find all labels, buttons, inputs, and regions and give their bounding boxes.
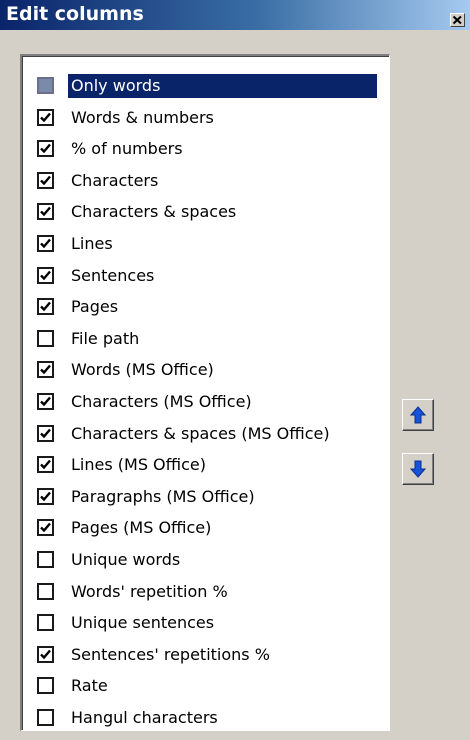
list-item[interactable]: Sentences	[35, 261, 387, 289]
list-item[interactable]: Hangul characters	[35, 703, 387, 730]
list-item[interactable]: Characters	[35, 166, 387, 194]
check-icon	[40, 523, 51, 533]
list-item-label: Unique sentences	[71, 613, 215, 633]
checkbox[interactable]	[37, 582, 54, 600]
check-icon	[40, 459, 51, 470]
checkbox-checked[interactable]	[37, 108, 54, 126]
checkbox-checked[interactable]	[37, 171, 54, 189]
move-down-button[interactable]	[402, 453, 434, 485]
checkbox[interactable]	[37, 614, 54, 632]
list-item[interactable]: Characters (MS Office)	[35, 387, 387, 415]
window-title: Edit columns	[6, 3, 144, 25]
list-item-label: Lines	[71, 234, 113, 253]
checkbox-checked[interactable]	[37, 298, 54, 316]
list-item[interactable]: Characters & spaces	[35, 197, 387, 225]
check-icon	[40, 365, 51, 375]
list-item-label: Characters (MS Office)	[71, 392, 252, 411]
checkbox-checked[interactable]	[37, 519, 54, 537]
checkbox-checked[interactable]	[37, 235, 54, 252]
check-icon	[40, 175, 51, 186]
check-icon	[40, 428, 51, 438]
list-item[interactable]: Unique words	[35, 545, 387, 573]
checkbox[interactable]	[37, 677, 54, 695]
list-item[interactable]: Paragraphs (MS Office)	[35, 482, 387, 510]
list-item[interactable]: Sentences' repetitions %	[35, 640, 387, 668]
list-item-label: Only words	[68, 74, 377, 98]
columns-checklist[interactable]: Only words Words & numbers % of numbers Cha…	[20, 54, 390, 731]
checkbox-checked[interactable]	[37, 487, 54, 505]
list-item-label: Characters & spaces	[71, 202, 237, 222]
checkbox-checked[interactable]	[37, 456, 54, 474]
checkbox[interactable]	[37, 77, 54, 94]
list-item-label: Characters & spaces (MS Office)	[71, 423, 330, 443]
list-item-label: Characters	[71, 170, 159, 190]
checkbox[interactable]	[37, 551, 54, 568]
list-item-label: % of numbers	[71, 139, 183, 159]
checkbox-checked[interactable]	[37, 393, 54, 410]
list-item[interactable]: Characters & spaces (MS Office)	[35, 419, 387, 447]
checkbox[interactable]	[37, 709, 54, 726]
checkbox[interactable]	[37, 329, 54, 347]
list-item[interactable]: Only words	[35, 71, 387, 99]
checkbox-checked[interactable]	[37, 361, 54, 379]
list-item[interactable]: File path	[35, 324, 387, 352]
checkbox-checked[interactable]	[37, 203, 54, 221]
checkbox-checked[interactable]	[37, 424, 54, 442]
list-item[interactable]: Lines	[35, 229, 387, 257]
title-bar[interactable]: Edit columns	[0, 0, 470, 30]
check-icon	[40, 238, 51, 249]
checkbox-checked[interactable]	[37, 266, 54, 284]
list-item[interactable]: Words' repetition %	[35, 577, 387, 605]
check-icon	[40, 207, 51, 217]
close-button[interactable]	[450, 13, 465, 27]
list-item-label: Sentences' repetitions %	[71, 644, 270, 664]
list-item-label: Paragraphs (MS Office)	[71, 486, 255, 506]
list-item[interactable]: Words & numbers	[35, 103, 387, 131]
list-item-label: File path	[71, 328, 140, 348]
arrow-down-icon	[410, 460, 426, 478]
columns-list-body: Only words Words & numbers % of numbers Cha…	[22, 56, 389, 730]
list-item[interactable]: Unique sentences	[35, 608, 387, 636]
checkbox-checked[interactable]	[37, 645, 54, 663]
list-item-label: Words (MS Office)	[71, 360, 214, 380]
check-icon	[40, 649, 51, 660]
list-item[interactable]: Pages	[35, 292, 387, 320]
list-item-label: Unique words	[71, 550, 181, 569]
check-icon	[40, 270, 51, 280]
list-item-label: Pages	[71, 297, 119, 317]
list-item-label: Lines (MS Office)	[71, 455, 206, 475]
list-item[interactable]: Lines (MS Office)	[35, 450, 387, 478]
list-item-label: Pages (MS Office)	[71, 518, 212, 538]
arrow-up-icon	[410, 406, 426, 424]
check-icon	[40, 301, 51, 312]
close-icon	[452, 15, 462, 25]
list-item-label: Sentences	[71, 265, 155, 285]
list-item[interactable]: Rate	[35, 671, 387, 699]
check-icon	[40, 491, 51, 502]
list-item-label: Rate	[71, 676, 108, 696]
list-item[interactable]: Words (MS Office)	[35, 355, 387, 383]
list-item[interactable]: % of numbers	[35, 134, 387, 162]
check-icon	[40, 396, 51, 407]
edit-columns-window: Edit columns Only words Words & numbers % …	[0, 0, 470, 740]
list-item-label: Words' repetition %	[71, 581, 228, 601]
list-item-label: Hangul characters	[71, 708, 218, 727]
move-up-button[interactable]	[402, 399, 434, 431]
check-icon	[40, 112, 51, 122]
checkbox-checked[interactable]	[37, 140, 54, 158]
list-item[interactable]: Pages (MS Office)	[35, 513, 387, 541]
check-icon	[40, 143, 51, 154]
list-item-label: Words & numbers	[71, 107, 214, 127]
